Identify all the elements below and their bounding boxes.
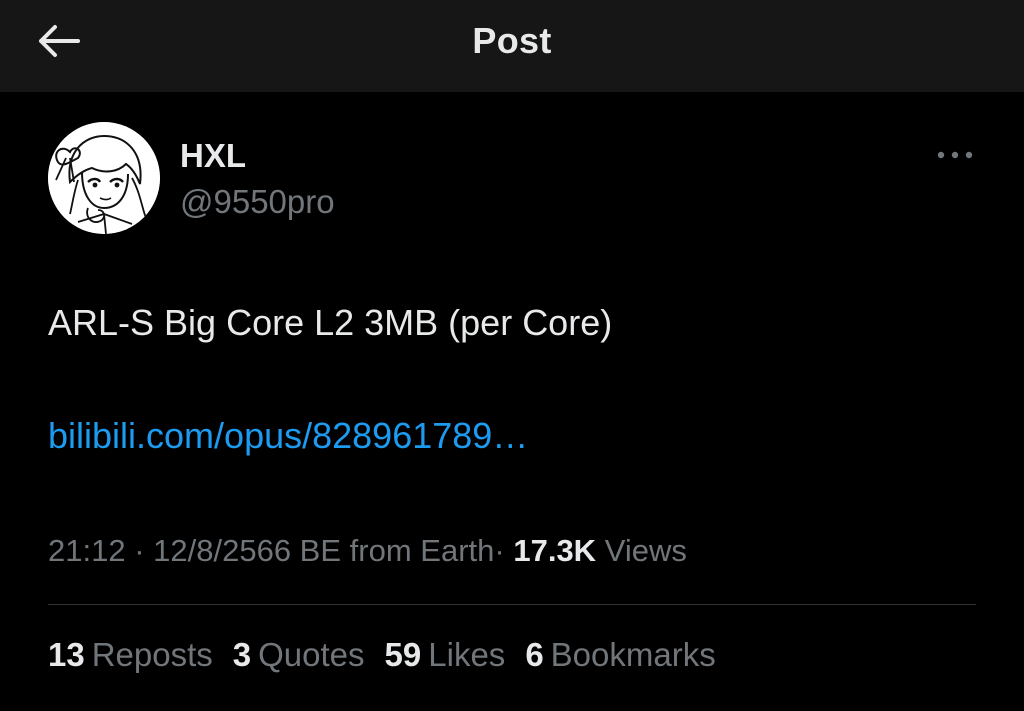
author-handle[interactable]: @9550pro xyxy=(180,183,335,221)
quotes-label: Quotes xyxy=(258,636,365,673)
bookmarks-label: Bookmarks xyxy=(550,636,716,673)
more-dots-icon xyxy=(937,151,973,159)
reposts-stat[interactable]: 13 Reposts xyxy=(48,636,213,674)
meta-separator: · xyxy=(134,533,145,568)
more-options-button[interactable] xyxy=(930,140,980,170)
engagement-stats: 13 Reposts 3 Quotes 59 Likes 6 Bookmarks xyxy=(48,636,736,674)
bookmarks-count: 6 xyxy=(525,636,544,673)
views-label: Views xyxy=(604,533,687,568)
post-link[interactable]: bilibili.com/opus/828961789… xyxy=(48,415,528,457)
post-source: from Earth xyxy=(349,533,495,568)
meta-separator: · xyxy=(494,533,505,568)
likes-count: 59 xyxy=(384,636,422,673)
post-meta: 21:12 · 12/8/2566 BE from Earth· 17.3K V… xyxy=(48,533,687,569)
likes-stat[interactable]: 59 Likes xyxy=(385,636,506,674)
quotes-count: 3 xyxy=(232,636,252,673)
bookmarks-stat[interactable]: 6 Bookmarks xyxy=(525,636,715,674)
reposts-label: Reposts xyxy=(91,636,213,673)
top-bar: Post xyxy=(0,0,1024,92)
reposts-count: 13 xyxy=(48,636,85,673)
likes-label: Likes xyxy=(428,636,506,673)
page-title: Post xyxy=(472,20,552,61)
post-date[interactable]: 12/8/2566 BE xyxy=(153,533,341,568)
avatar[interactable] xyxy=(48,122,160,234)
post-text: ARL-S Big Core L2 3MB (per Core) xyxy=(48,302,613,343)
author-display-name[interactable]: HXL xyxy=(180,137,246,175)
quotes-stat[interactable]: 3 Quotes xyxy=(233,636,365,674)
divider xyxy=(48,604,976,605)
post-time: 21:12 xyxy=(48,533,126,568)
anime-sketch-avatar xyxy=(48,122,160,234)
views-count: 17.3K xyxy=(513,533,597,568)
